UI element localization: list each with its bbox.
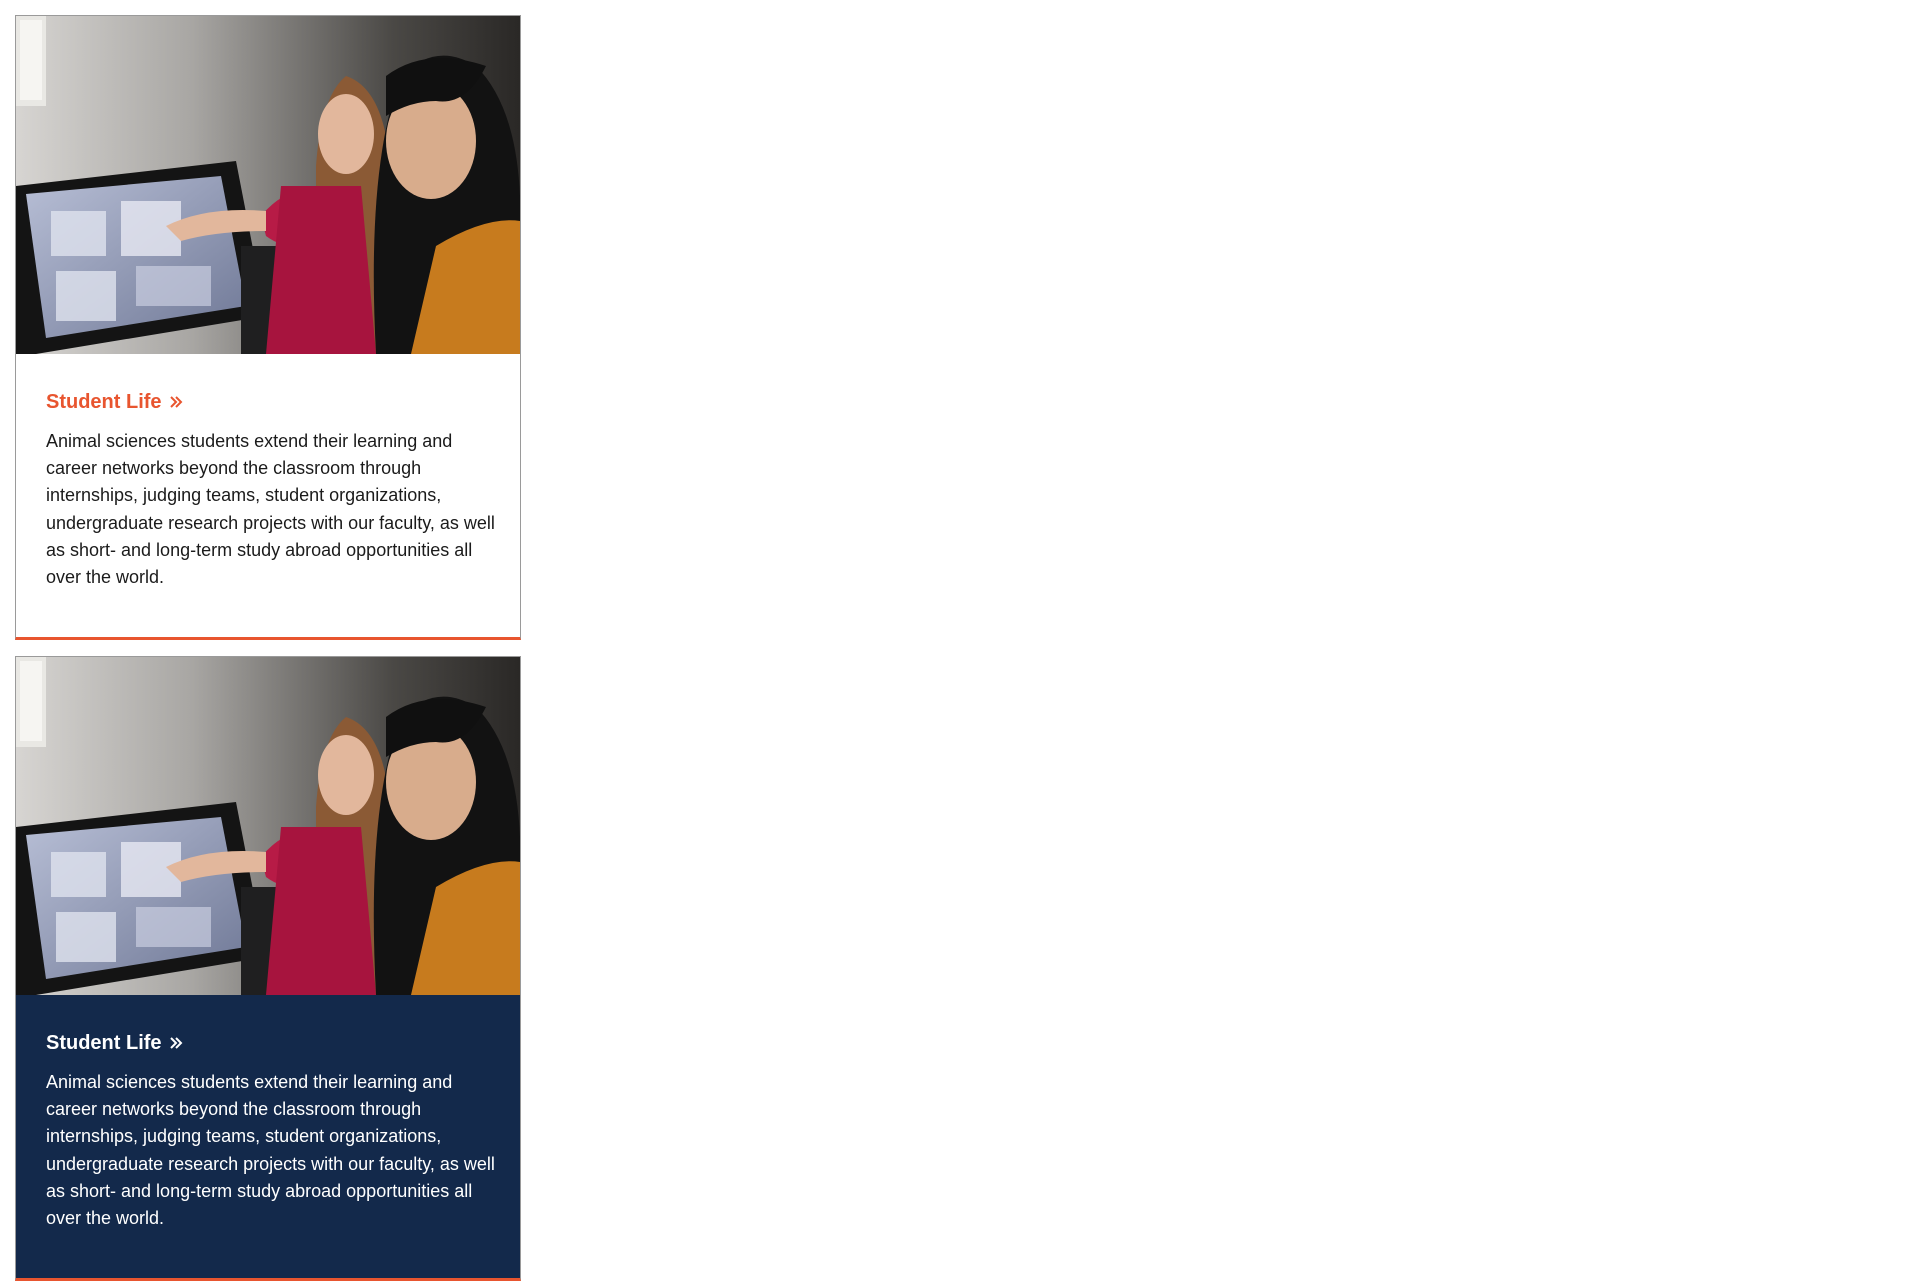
student-life-card-light: Student Life Animal sciences students ex…	[15, 15, 521, 640]
card-content: Student Life Animal sciences students ex…	[46, 1033, 496, 1232]
student-life-link[interactable]: Student Life	[46, 1033, 496, 1053]
student-life-link[interactable]: Student Life	[46, 392, 496, 412]
card-title-text: Student Life	[46, 391, 162, 413]
card-content: Student Life Animal sciences students ex…	[46, 392, 496, 591]
card-photo[interactable]	[16, 657, 520, 995]
card-description: Animal sciences students extend their le…	[46, 431, 495, 588]
card-photo[interactable]	[16, 16, 520, 354]
card-description: Animal sciences students extend their le…	[46, 1072, 495, 1229]
double-chevron-right-icon	[169, 396, 182, 408]
student-life-card-dark: Student Life Animal sciences students ex…	[15, 656, 521, 1281]
double-chevron-right-icon	[169, 1037, 182, 1049]
card-title-text: Student Life	[46, 1032, 162, 1054]
